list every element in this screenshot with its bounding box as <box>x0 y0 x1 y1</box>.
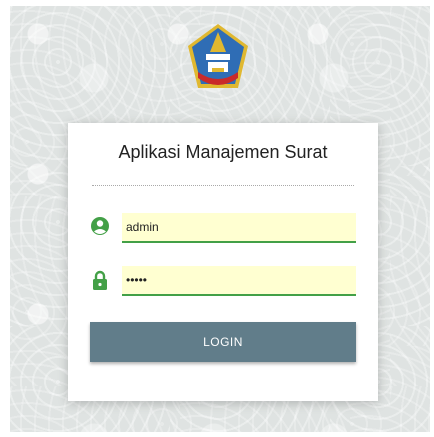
emblem-logo <box>188 24 248 88</box>
password-input[interactable] <box>122 266 356 296</box>
username-row <box>90 213 356 245</box>
title-divider <box>92 185 354 186</box>
lock-icon <box>93 270 107 290</box>
password-row <box>90 266 356 298</box>
login-button[interactable]: LOGIN <box>90 322 356 362</box>
login-card: Aplikasi Manajemen Surat LOGIN <box>68 123 378 401</box>
account-circle-icon <box>91 217 109 235</box>
username-input[interactable] <box>122 213 356 243</box>
app-title: Aplikasi Manajemen Surat <box>118 142 328 162</box>
